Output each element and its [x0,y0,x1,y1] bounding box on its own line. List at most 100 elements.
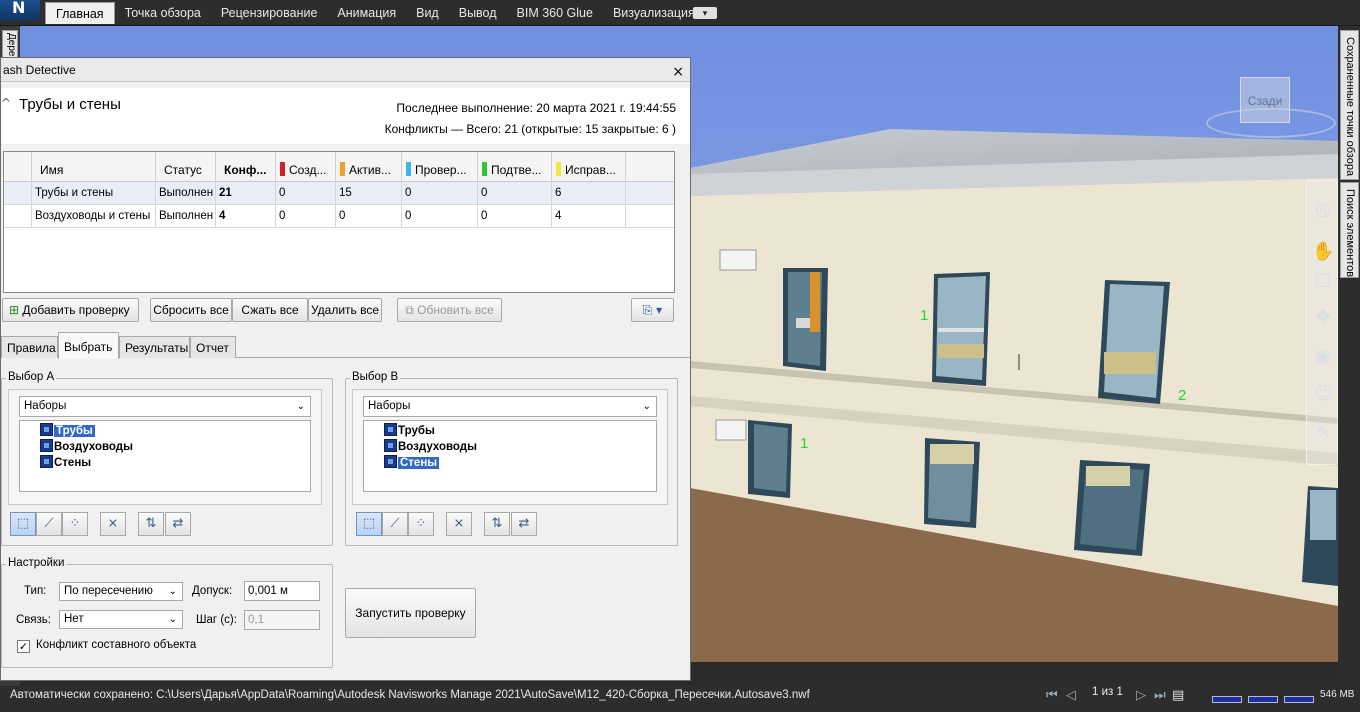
tree-item-walls[interactable]: Стены [384,455,440,471]
window-2 [932,272,990,386]
close-icon[interactable]: × [672,60,684,84]
column-header-reviewed[interactable]: Провер... [402,152,478,182]
look-around-icon[interactable]: ◉ [1312,346,1334,368]
steering-wheel-icon[interactable]: ◎ [1312,199,1334,221]
ribbon-tab-animation[interactable]: Анимация [327,2,406,24]
ribbon-tab-bim360[interactable]: BIM 360 Glue [507,2,603,24]
status-color-swatch [280,162,285,176]
selection-a-dropdown[interactable]: Наборы ⌄ [19,396,311,417]
table-row[interactable]: Трубы и стены Выполнен 21 0 15 0 0 6 [4,182,674,205]
column-header-new[interactable]: Созд... [276,152,336,182]
autosave-status: Автоматически сохранено: C:\Users\Дарья\… [10,689,810,701]
type-dropdown[interactable]: По пересечению ⌄ [59,582,183,601]
column-header-active[interactable]: Актив... [336,152,402,182]
find-items-tab[interactable]: Поиск элементов [1340,182,1359,278]
tab-rules[interactable]: Правила [1,336,58,358]
import-export-button[interactable]: ⎘ ▾ [631,298,674,322]
status-color-swatch [406,162,411,176]
step-input[interactable]: 0,1 [244,610,320,630]
tab-results[interactable]: Результаты [119,336,190,358]
column-header-approved[interactable]: Подтве... [478,152,552,182]
panel-title: ash Detective [3,63,76,77]
status-bar: Автоматически сохранено: C:\Users\Дарья\… [0,686,1360,712]
pan-hand-icon[interactable]: ✋ [1312,241,1334,263]
ribbon-tab-render[interactable]: Визуализация [603,2,705,24]
last-sheet-icon[interactable]: ⏭ [1154,688,1166,703]
zoom-window-icon[interactable]: ▢ [1312,269,1334,291]
select-pointer-icon[interactable]: ↖ [1312,421,1334,443]
left-dock-tab[interactable]: Дере [2,30,18,60]
selection-b-dropdown[interactable]: Наборы ⌄ [363,396,657,417]
compact-all-button[interactable]: Сжать все [232,298,308,322]
clash-detective-panel: ash Detective × ^ Трубы и стены Последне… [0,57,691,681]
column-header-resolved[interactable]: Исправ... [552,152,626,182]
use-current-selection-icon[interactable]: ⇅ [138,512,164,536]
tab-report[interactable]: Отчет [190,336,236,358]
column-header-name[interactable]: Имя [32,152,156,182]
surfaces-toggle-icon[interactable]: ⬚ [356,512,382,536]
self-intersect-icon[interactable]: ⨯ [100,512,126,536]
surfaces-toggle-icon[interactable]: ⬚ [10,512,36,536]
sheet-browser-icon[interactable]: ▤ [1172,688,1184,703]
selection-set-icon [384,439,397,452]
last-run-text: Последнее выполнение: 20 марта 2021 г. 1… [396,101,676,115]
tree-item-pipes[interactable]: Трубы [40,423,95,439]
lines-toggle-icon[interactable]: ⟋ [36,512,62,536]
reset-all-button[interactable]: Сбросить все [150,298,232,322]
column-header-conflicts[interactable]: Конф... [216,152,276,182]
tree-item-ducts[interactable]: Воздуховоды [384,439,477,455]
cell-reviewed: 0 [402,205,478,228]
saved-viewpoints-tab[interactable]: Сохраненные точки обзора [1340,30,1359,180]
ribbon-tab-view[interactable]: Вид [406,2,449,24]
type-label: Тип: [24,585,47,597]
first-sheet-icon[interactable]: ⏮ [1046,688,1058,703]
walk-icon[interactable]: ☺ [1312,383,1334,405]
application-button[interactable]: N [0,0,40,20]
tolerance-input[interactable]: 0,001 м [244,581,320,601]
table-row[interactable]: Воздуховоды и стены Выполнен 4 0 0 0 0 4 [4,205,674,228]
clash-marker: 2 [1178,387,1186,404]
self-intersect-icon[interactable]: ⨯ [446,512,472,536]
composite-checkbox[interactable]: ✓ [17,640,30,653]
link-dropdown[interactable]: Нет ⌄ [59,610,183,629]
settings-label: Настройки [6,557,67,569]
cell-conflicts: 21 [216,182,276,205]
chevron-down-icon: ⌄ [642,401,651,412]
tests-table: Имя Статус Конф... Созд... Актив... Пров… [3,151,675,293]
lines-toggle-icon[interactable]: ⟋ [382,512,408,536]
orbit-icon[interactable]: ✥ [1312,306,1334,328]
tree-item-walls[interactable]: Стены [40,455,91,471]
ribbon-tab-review[interactable]: Рецензирование [211,2,328,24]
memory-usage: 546 MB [1320,689,1355,700]
select-in-scene-icon[interactable]: ⇄ [511,512,537,536]
ribbon-tab-home[interactable]: Главная [45,2,115,24]
selection-set-icon [384,423,397,436]
column-header-status[interactable]: Статус [156,152,216,182]
viewcube[interactable]: Сзади [1240,77,1290,123]
next-sheet-icon[interactable]: ▷ [1136,688,1146,703]
ribbon-options-dropdown[interactable]: ▾ [693,7,717,19]
tree-item-pipes[interactable]: Трубы [384,423,435,439]
clash-marker: 1 [800,435,808,452]
prev-sheet-icon[interactable]: ◁ [1066,688,1076,703]
run-test-button[interactable]: Запустить проверку [345,588,476,638]
collapse-caret-icon[interactable]: ^ [1,96,11,110]
ribbon-tabs: Главная Точка обзора Рецензирование Аним… [45,2,705,24]
update-all-button[interactable]: ⧉ Обновить все [397,298,502,322]
tolerance-label: Допуск: [192,585,233,597]
tree-item-ducts[interactable]: Воздуховоды [40,439,133,455]
cell-resolved: 6 [552,182,626,205]
add-test-button[interactable]: ⊞ Добавить проверку [2,298,139,322]
ribbon-tab-viewpoint[interactable]: Точка обзора [115,2,211,24]
ribbon-tab-output[interactable]: Вывод [449,2,507,24]
add-test-icon: ⊞ [9,303,20,317]
cell-new: 0 [276,205,336,228]
page-indicator: 1 из 1 [1092,686,1123,698]
select-in-scene-icon[interactable]: ⇄ [165,512,191,536]
tab-select[interactable]: Выбрать [58,332,119,359]
points-toggle-icon[interactable]: ⁘ [408,512,434,536]
use-current-selection-icon[interactable]: ⇅ [484,512,510,536]
delete-all-button[interactable]: Удалить все [308,298,382,322]
panel-title-bar[interactable]: ash Detective × [1,58,690,82]
points-toggle-icon[interactable]: ⁘ [62,512,88,536]
